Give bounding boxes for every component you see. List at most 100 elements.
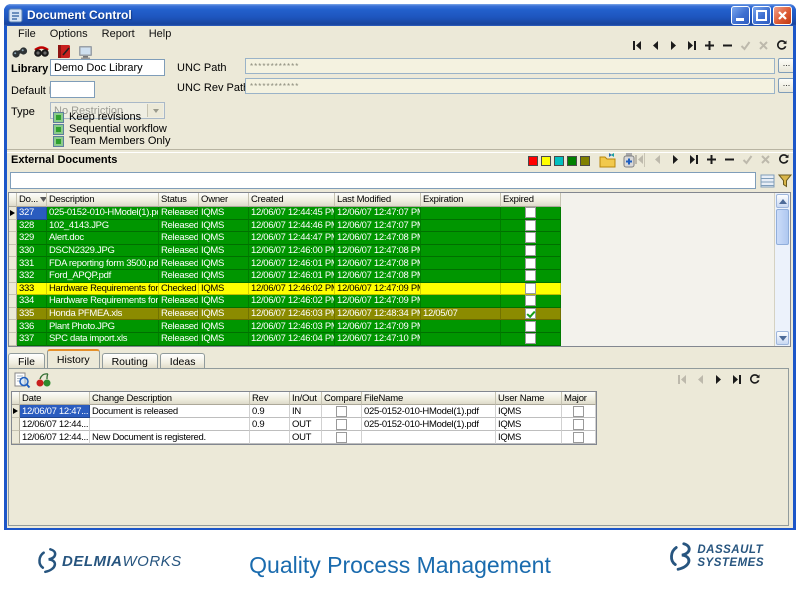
table-row[interactable]: 12/06/07 12:44...0.9OUT025-0152-010-HMod… [12, 418, 596, 431]
nav-next-button[interactable] [666, 39, 681, 52]
column-header-compare[interactable]: Compare [322, 392, 362, 405]
table-row[interactable]: 335Honda PFMEA.xlsReleasedIQMS12/06/07 1… [9, 308, 790, 321]
tab-file[interactable]: File [8, 353, 45, 368]
checkbox-unchecked[interactable] [525, 232, 536, 243]
binoculars-icon[interactable] [11, 43, 28, 60]
doc-description-cell: Alert.doc [47, 232, 159, 245]
table-row[interactable]: 328102_4143.JPGReleasedIQMS12/06/07 12:4… [9, 220, 790, 233]
nav-refresh-button[interactable] [747, 373, 762, 386]
column-header-expiration[interactable]: Expiration [421, 193, 501, 207]
goggles-icon[interactable] [33, 43, 50, 60]
table-row[interactable]: 12/06/07 12:47...Document is released0.9… [12, 405, 596, 418]
tab-routing[interactable]: Routing [102, 353, 158, 368]
checkbox-unchecked[interactable] [573, 432, 584, 443]
checkbox-unchecked[interactable] [525, 258, 536, 269]
default-ext-input[interactable] [50, 81, 95, 98]
table-row[interactable]: 12/06/07 12:44...New Document is registe… [12, 431, 596, 444]
checkbox-unchecked[interactable] [525, 270, 536, 281]
open-folder-icon[interactable] [599, 152, 617, 171]
nav-next-button[interactable] [668, 153, 683, 166]
vertical-scrollbar[interactable] [774, 193, 790, 346]
nav-first-button[interactable] [630, 39, 645, 52]
doc-expired-cell [501, 245, 561, 258]
library-input[interactable] [50, 59, 165, 76]
screen-icon[interactable] [77, 43, 94, 60]
nav-last-button[interactable] [686, 153, 701, 166]
nav-last-button[interactable] [729, 373, 744, 386]
checkbox-unchecked[interactable] [336, 432, 347, 443]
column-header-in-out[interactable]: In/Out [290, 392, 322, 405]
menu-file[interactable]: File [11, 27, 43, 41]
nav-insert-button[interactable] [702, 39, 717, 52]
table-row[interactable]: 330DSCN2329.JPGReleasedIQMS12/06/07 12:4… [9, 245, 790, 258]
unc-rev-path-browse-button[interactable]: ... [778, 78, 793, 93]
table-row[interactable]: 332Ford_APQP.pdfReleasedIQMS12/06/07 12:… [9, 270, 790, 283]
menu-report[interactable]: Report [95, 27, 142, 41]
column-header-expired[interactable]: Expired [501, 193, 561, 207]
checkbox-unchecked[interactable] [525, 283, 536, 294]
checkbox-unchecked[interactable] [336, 406, 347, 417]
scrollbar-thumb[interactable] [776, 209, 789, 245]
checkbox-checked[interactable] [525, 308, 536, 319]
table-row[interactable]: 334Hardware Requirements for LargRelease… [9, 295, 790, 308]
list-icon[interactable] [760, 174, 775, 191]
documents-filter-input[interactable] [10, 172, 756, 189]
nav-last-button[interactable] [684, 39, 699, 52]
table-row[interactable]: 327025-0152-010-HModel(1).pdfReleasedIQM… [9, 207, 790, 220]
unc-rev-path-label: UNC Rev Path [177, 82, 249, 94]
table-row[interactable]: 333Hardware Requirements for EnteChecked… [9, 283, 790, 296]
nav-insert-button[interactable] [704, 153, 719, 166]
column-header-filename[interactable]: FileName [362, 392, 496, 405]
checkbox-unchecked[interactable] [525, 207, 536, 218]
table-row[interactable]: 337SPC data import.xlsReleasedIQMS12/06/… [9, 333, 790, 346]
tab-history[interactable]: History [47, 349, 100, 368]
menu-help[interactable]: Help [142, 27, 179, 41]
checkbox-team-members-only[interactable] [53, 136, 64, 147]
unc-path-browse-button[interactable]: ... [778, 58, 793, 73]
table-row[interactable]: 331FDA reporting form 3500.pdfReleasedIQ… [9, 257, 790, 270]
nav-delete-button[interactable] [722, 153, 737, 166]
nav-delete-button[interactable] [720, 39, 735, 52]
filter-funnel-icon[interactable] [778, 174, 793, 191]
column-header-created[interactable]: Created [249, 193, 335, 207]
column-header-date[interactable]: Date [20, 392, 90, 405]
checkbox-unchecked[interactable] [525, 333, 536, 344]
report-icon[interactable] [55, 43, 72, 60]
checkbox-unchecked[interactable] [573, 419, 584, 430]
column-header-major[interactable]: Major [562, 392, 596, 405]
column-header-description[interactable]: Description [47, 193, 159, 207]
column-header-status[interactable]: Status [159, 193, 199, 207]
scroll-up-button[interactable] [776, 194, 789, 208]
doc-expiration-cell [421, 232, 501, 245]
column-header-owner[interactable]: Owner [199, 193, 249, 207]
checkbox-unchecked[interactable] [525, 295, 536, 306]
maximize-button[interactable] [752, 6, 771, 25]
compare-versions-icon[interactable] [35, 372, 52, 392]
menu-options[interactable]: Options [43, 27, 95, 41]
checkbox-sequential-workflow[interactable] [53, 124, 64, 135]
nav-refresh-button[interactable] [774, 39, 789, 52]
scroll-down-button[interactable] [776, 331, 789, 345]
title-bar[interactable]: Document Control [4, 4, 796, 26]
tab-ideas[interactable]: Ideas [160, 353, 206, 368]
checkbox-unchecked[interactable] [525, 321, 536, 332]
column-header-last-modified[interactable]: Last Modified [335, 193, 421, 207]
doc-expiration-cell [421, 333, 501, 346]
table-row[interactable]: 336Plant Photo.JPGReleasedIQMS12/06/07 1… [9, 320, 790, 333]
column-header-change-description[interactable]: Change Description [90, 392, 250, 405]
checkbox-unchecked[interactable] [336, 419, 347, 430]
column-header-user-name[interactable]: User Name [496, 392, 562, 405]
nav-next-button[interactable] [711, 373, 726, 386]
checkbox-keep-revisions[interactable] [53, 112, 64, 123]
table-row[interactable]: 329Alert.docReleasedIQMS12/06/07 12:44:4… [9, 232, 790, 245]
close-button[interactable] [773, 6, 792, 25]
checkbox-unchecked[interactable] [525, 245, 536, 256]
preview-document-icon[interactable] [13, 372, 31, 392]
column-header-rev[interactable]: Rev [250, 392, 290, 405]
checkbox-unchecked[interactable] [573, 406, 584, 417]
nav-prev-button[interactable] [648, 39, 663, 52]
nav-refresh-button[interactable] [776, 153, 791, 166]
minimize-button[interactable] [731, 6, 750, 25]
column-header-do[interactable]: Do... [17, 193, 47, 207]
checkbox-unchecked[interactable] [525, 220, 536, 231]
